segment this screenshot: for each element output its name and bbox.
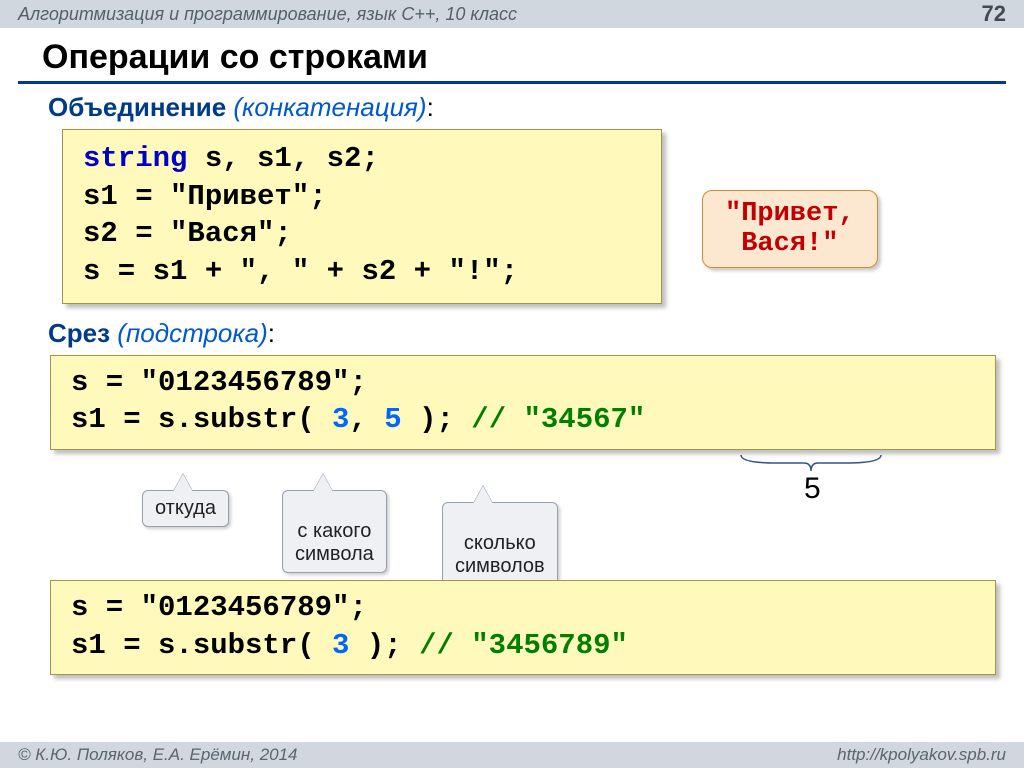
site-url: http://kpolyakov.spb.ru — [837, 745, 1006, 765]
bubble-from: откуда — [142, 490, 229, 527]
code-line: s = "0123456789"; — [71, 364, 975, 402]
code-block-2: s = "0123456789"; s1 = s.substr( 3, 5 );… — [50, 355, 996, 450]
callout-line: Вася!" — [725, 229, 855, 259]
code-block-1: string s, s1, s2; s1 = "Привет"; s2 = "В… — [62, 129, 662, 304]
section-label: Срез — [48, 318, 110, 348]
code-line: s1 = s.substr( 3, 5 ); // "34567" — [71, 401, 975, 439]
bubble-how-many: сколько символов — [442, 502, 558, 585]
brace-count: 5 — [804, 472, 821, 506]
section-substr: Срез (подстрока): — [0, 304, 1024, 355]
code-block-3: s = "0123456789"; s1 = s.substr( 3 ); //… — [50, 580, 996, 675]
slide-header: Алгоритмизация и программирование, язык … — [0, 0, 1024, 28]
course-label: Алгоритмизация и программирование, язык … — [18, 4, 517, 25]
callout-line: "Привет, — [725, 199, 855, 229]
callout-result: "Привет, Вася!" — [702, 190, 878, 268]
copyright: © К.Ю. Поляков, Е.А. Ерёмин, 2014 — [18, 745, 298, 765]
comment: // "34567" — [454, 403, 645, 436]
section-paren: (конкатенация) — [233, 92, 426, 122]
arg-from: 3 — [332, 403, 349, 436]
code-line: s1 = s.substr( 3 ); // "3456789" — [71, 627, 975, 665]
brace-icon — [736, 453, 886, 473]
section-label: Объединение — [48, 92, 226, 122]
kw-string: string — [83, 142, 187, 175]
code-line: s1 = "Привет"; — [83, 178, 641, 216]
section-paren: (подстрока) — [117, 318, 267, 348]
section-concat: Объединение (конкатенация): — [0, 90, 1024, 129]
comment: // "3456789" — [402, 629, 628, 662]
code-line: s = "0123456789"; — [71, 589, 975, 627]
page-number: 72 — [982, 1, 1006, 27]
arg-count: 5 — [384, 403, 401, 436]
arg-from: 3 — [332, 629, 349, 662]
bubble-which-char: с какого символа — [282, 490, 387, 573]
page-title: Операции со строками — [0, 28, 1024, 81]
title-underline — [18, 81, 1006, 84]
code-line: s2 = "Вася"; — [83, 215, 641, 253]
slide-footer: © К.Ю. Поляков, Е.А. Ерёмин, 2014 http:/… — [0, 742, 1024, 768]
code-line: s = s1 + ", " + s2 + "!"; — [83, 253, 641, 291]
